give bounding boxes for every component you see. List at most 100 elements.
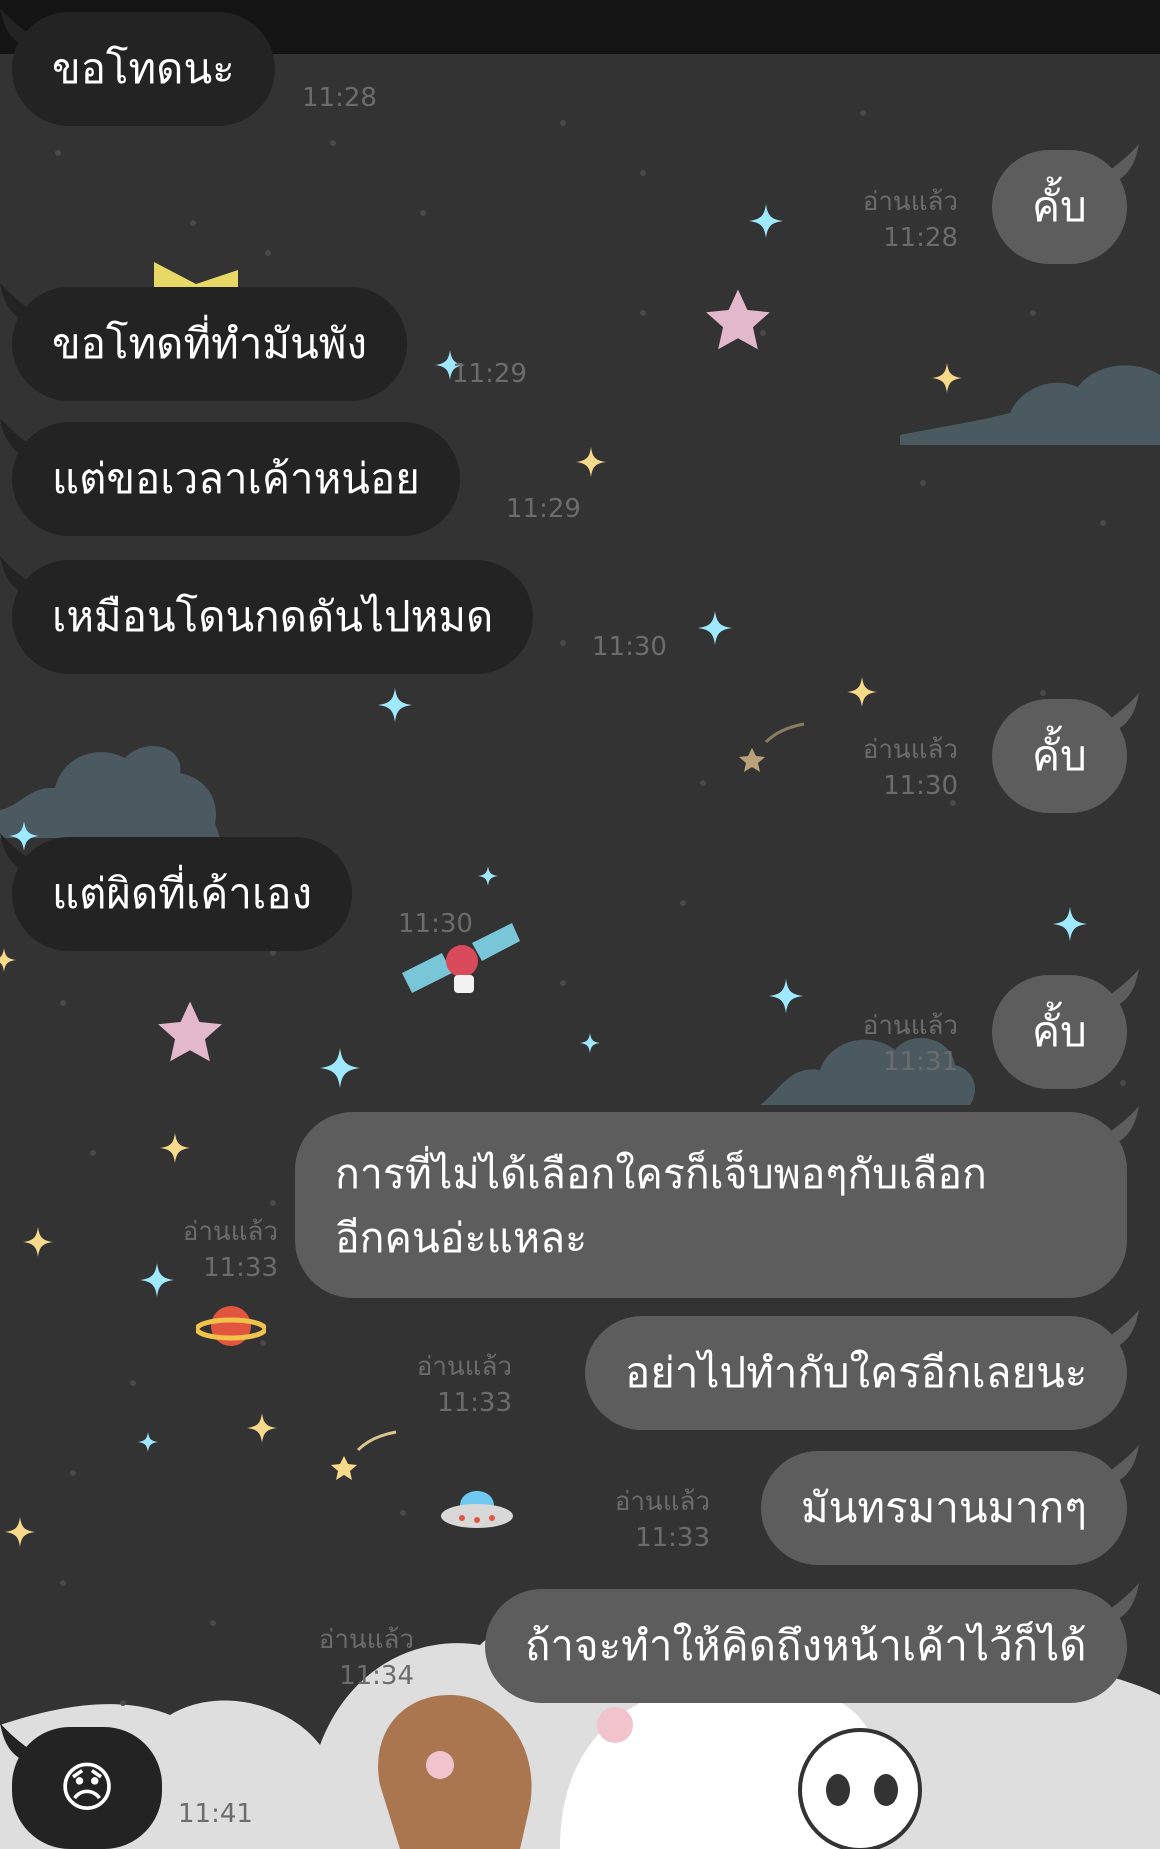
wallpaper-dot bbox=[120, 1700, 126, 1706]
message-text: ถ้าจะทำให้คิดถึงหน้าเค้าไว้ก็ได้ bbox=[525, 1621, 1087, 1670]
sparkle-icon bbox=[847, 677, 877, 707]
wallpaper-dot bbox=[210, 1620, 216, 1626]
wallpaper-dot bbox=[400, 1510, 406, 1516]
message-meta: อ่านแล้ว 11:34 bbox=[298, 1622, 414, 1694]
message-time: 11:31 bbox=[883, 1047, 958, 1077]
wallpaper-dot bbox=[640, 170, 646, 176]
message-time: 11:28 bbox=[883, 223, 958, 253]
wallpaper-dot bbox=[700, 780, 706, 786]
message-time: 11:33 bbox=[203, 1253, 278, 1283]
read-receipt: อ่านแล้ว bbox=[182, 1217, 278, 1247]
wallpaper-dot bbox=[260, 1340, 266, 1346]
bubble-tail bbox=[1093, 1445, 1139, 1485]
message-bubble[interactable]: การที่ไม่ได้เลือกใครก็เจ็บพอๆกับเลือก อี… bbox=[295, 1112, 1127, 1298]
wallpaper-dot bbox=[1120, 1080, 1126, 1086]
wallpaper-dot bbox=[1100, 520, 1106, 526]
message-time: 11:28 bbox=[302, 83, 377, 113]
pink-star-icon bbox=[706, 289, 770, 350]
message-bubble[interactable]: ถ้าจะทำให้คิดถึงหน้าเค้าไว้ก็ได้ bbox=[485, 1589, 1127, 1703]
read-receipt: อ่านแล้ว bbox=[614, 1487, 710, 1517]
read-receipt: อ่านแล้ว bbox=[862, 187, 958, 217]
sparkle-icon bbox=[378, 688, 412, 722]
sparkle-icon bbox=[160, 1133, 190, 1163]
message-text: มันทรมานมากๆ bbox=[801, 1483, 1087, 1532]
wallpaper-dot bbox=[860, 110, 866, 116]
bubble-tail bbox=[1093, 144, 1139, 184]
read-receipt: อ่านแล้ว bbox=[862, 735, 958, 765]
message-bubble[interactable]: แต่ผิดที่เค้าเอง bbox=[12, 837, 353, 951]
wallpaper-dot bbox=[265, 250, 271, 256]
wallpaper-dot bbox=[560, 980, 566, 986]
message-bubble[interactable]: แต่ขอเวลาเค้าหน่อย bbox=[12, 422, 460, 536]
message-text: ขอโทดนะ bbox=[52, 44, 235, 93]
message-meta: อ่านแล้ว 11:30 bbox=[842, 732, 958, 804]
sparkle-icon bbox=[0, 948, 16, 972]
message-time: 11:30 bbox=[883, 771, 958, 801]
message-text: แต่ผิดที่เค้าเอง bbox=[52, 869, 313, 918]
message-meta: อ่านแล้ว 11:28 bbox=[842, 184, 958, 256]
message-meta: อ่านแล้ว 11:33 bbox=[162, 1214, 278, 1286]
wallpaper-dot bbox=[560, 640, 566, 646]
sparkle-icon bbox=[769, 979, 803, 1013]
wallpaper-dot bbox=[130, 1380, 136, 1386]
message-text: แต่ขอเวลาเค้าหน่อย bbox=[52, 454, 420, 503]
read-receipt: อ่านแล้ว bbox=[862, 1011, 958, 1041]
wallpaper-dot bbox=[420, 210, 426, 216]
sparkle-icon bbox=[698, 611, 732, 645]
bubble-tail bbox=[1093, 1583, 1139, 1623]
bubble-tail bbox=[1093, 693, 1139, 733]
message-time: 11:34 bbox=[339, 1661, 414, 1691]
wallpaper-dot bbox=[90, 1150, 96, 1156]
sparkle-icon bbox=[1053, 907, 1087, 941]
message-time: 11:30 bbox=[592, 632, 667, 662]
message-bubble[interactable]: เหมือนโดนกดดันไปหมด bbox=[12, 560, 534, 674]
message-text: ขอโทดที่ทำมันพัง bbox=[52, 319, 367, 368]
pink-star-icon bbox=[158, 1001, 222, 1062]
message-bubble[interactable]: ขอโทดที่ทำมันพัง bbox=[12, 287, 407, 401]
wallpaper-dot bbox=[270, 1200, 276, 1206]
wallpaper-dot bbox=[920, 480, 926, 486]
wallpaper-dot bbox=[330, 140, 336, 146]
wallpaper-dot bbox=[55, 150, 61, 156]
wallpaper-dot bbox=[560, 120, 566, 126]
sparkle-icon bbox=[320, 1048, 360, 1088]
wallpaper-dot bbox=[640, 310, 646, 316]
message-time: 11:33 bbox=[437, 1388, 512, 1418]
bubble-tail bbox=[1093, 1310, 1139, 1350]
wallpaper-dot bbox=[1030, 310, 1036, 316]
message-text: คั้บ bbox=[1032, 1007, 1087, 1056]
sparkle-icon bbox=[749, 204, 783, 238]
sparkle-icon bbox=[23, 1227, 53, 1257]
message-time: 11:41 bbox=[178, 1799, 253, 1829]
message-time: 11:33 bbox=[635, 1523, 710, 1553]
sparkle-icon bbox=[247, 1413, 277, 1443]
message-bubble[interactable]: มันทรมานมากๆ bbox=[761, 1451, 1127, 1565]
message-text: อย่าไปทำกับใครอีกเลยนะ bbox=[625, 1348, 1088, 1397]
wallpaper-dot bbox=[1040, 690, 1046, 696]
message-bubble[interactable]: อย่าไปทำกับใครอีกเลยนะ bbox=[585, 1316, 1128, 1430]
sparkle-icon bbox=[5, 1517, 35, 1547]
message-text: คั้บ bbox=[1032, 731, 1087, 780]
wallpaper-dot bbox=[760, 330, 766, 336]
shooting-star-icon bbox=[739, 722, 805, 772]
sparkle-icon bbox=[580, 1033, 600, 1053]
message-text: เหมือนโดนกดดันไปหมด bbox=[52, 592, 494, 641]
ufo-icon bbox=[441, 1491, 513, 1528]
bubble-tail bbox=[1093, 969, 1139, 1009]
sad-face-emoji: 😞 bbox=[58, 1756, 116, 1819]
sparkle-icon bbox=[478, 866, 498, 886]
message-meta: อ่านแล้ว 11:33 bbox=[594, 1484, 710, 1556]
message-text-line: การที่ไม่ได้เลือกใครก็เจ็บพอๆกับเลือก bbox=[335, 1150, 987, 1198]
sparkle-icon bbox=[932, 363, 962, 393]
message-meta: อ่านแล้ว 11:33 bbox=[396, 1349, 512, 1421]
wallpaper-dot bbox=[190, 220, 196, 226]
message-bubble[interactable]: ขอโทดนะ bbox=[12, 12, 275, 126]
read-receipt: อ่านแล้ว bbox=[416, 1352, 512, 1382]
message-time: 11:29 bbox=[452, 359, 527, 389]
wallpaper-dot bbox=[60, 1000, 66, 1006]
message-meta: อ่านแล้ว 11:31 bbox=[842, 1008, 958, 1080]
message-text: คั้บ bbox=[1032, 182, 1087, 231]
read-receipt: อ่านแล้ว bbox=[318, 1625, 414, 1655]
wallpaper-dot bbox=[60, 1580, 66, 1586]
message-bubble[interactable]: 😞 bbox=[12, 1727, 162, 1849]
